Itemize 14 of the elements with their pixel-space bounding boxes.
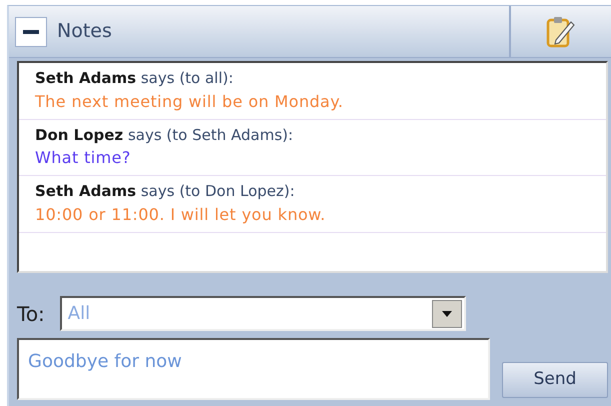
to-label: To: bbox=[17, 300, 45, 328]
panel-title: Notes bbox=[57, 19, 112, 44]
message-text: 10:00 or 11:00. I will let you know. bbox=[35, 204, 327, 226]
message-text: The next meeting will be on Monday. bbox=[35, 90, 344, 112]
message-header: Don Lopez says (to Seth Adams): bbox=[35, 124, 294, 146]
message-field[interactable]: Goodbye for now bbox=[17, 338, 490, 400]
caret-icon bbox=[442, 310, 452, 316]
send-button[interactable]: Send bbox=[502, 362, 608, 398]
message-header: Seth Adams says (to all): bbox=[35, 68, 234, 89]
collapse-button[interactable] bbox=[15, 16, 47, 46]
message-header: Seth Adams says (to Don Lopez): bbox=[35, 181, 296, 202]
notepad-pencil-icon[interactable] bbox=[546, 16, 576, 48]
message-text: What time? bbox=[35, 147, 132, 169]
recipient-dropdown[interactable]: All bbox=[60, 296, 466, 331]
